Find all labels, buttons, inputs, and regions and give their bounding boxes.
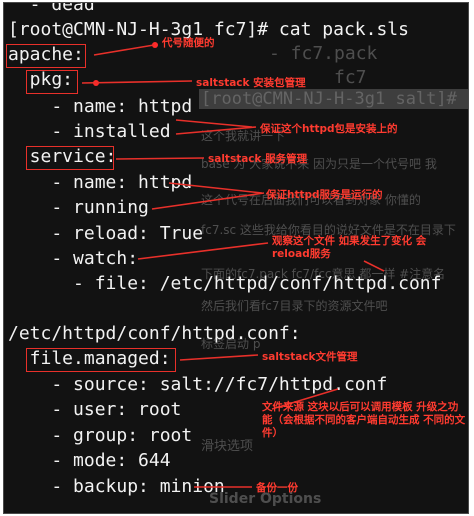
terminal-screenshot: - fc7.pack fc7 [root@CMN-NJ-H-3g1 salt]#… [3,2,469,514]
apache-annotation: 代号随便的 [162,37,215,49]
backup-annotation: 备份一份 [256,482,298,494]
running-annotation: 保证httpd服务是运行的 [266,189,383,201]
installed-annotation: 保证这个httpd包是安装上的 [260,123,398,135]
pkg-annotation: saltstack 安装包管理 [196,77,306,89]
source-annotation: 文件来源 这块以后可以调用模板 升级之功能（会根据不同的客户端自动生成 不同的文… [262,401,466,439]
watch-annotation: 观察这个文件 如果发生了变化 会reload服务 [272,235,427,260]
service-annotation: saltstack 服务管理 [208,153,308,165]
file-managed-annotation: saltstack文件管理 [262,351,358,363]
